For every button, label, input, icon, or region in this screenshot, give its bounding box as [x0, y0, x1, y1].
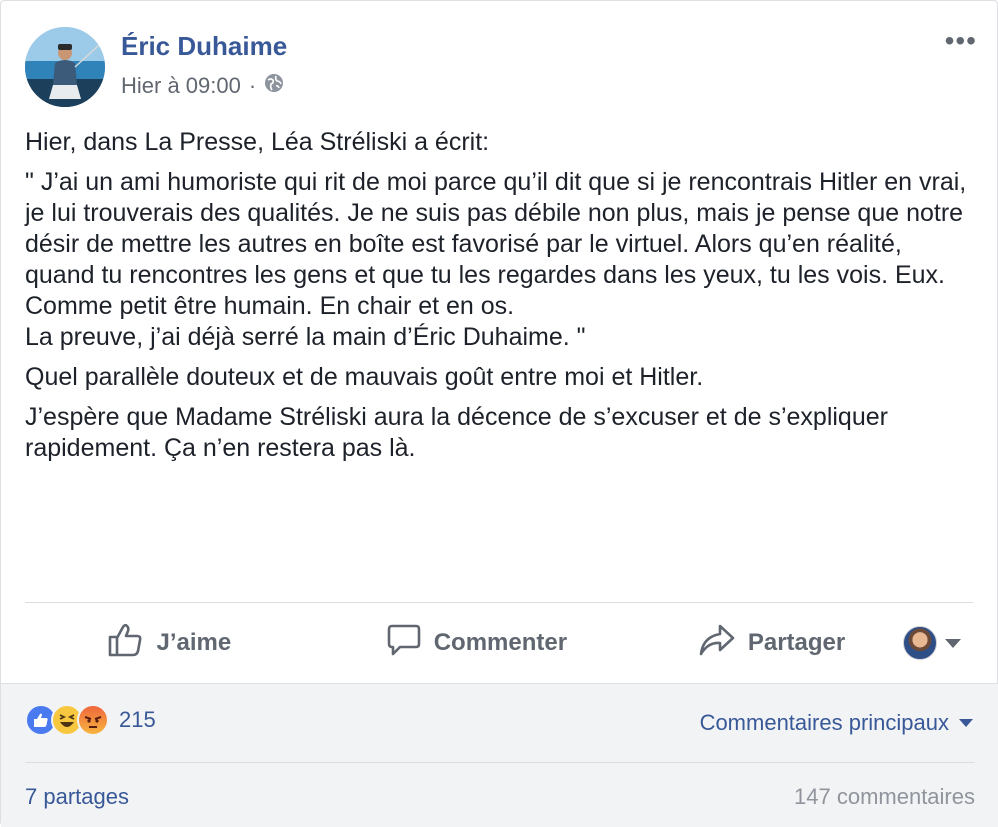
comment-sort-label: Commentaires principaux: [699, 710, 949, 735]
comment-label: Commenter: [433, 629, 568, 656]
more-options-icon[interactable]: •••: [945, 27, 977, 55]
author-avatar[interactable]: [25, 27, 105, 107]
like-label: J’aime: [156, 629, 232, 656]
footer-divider: [25, 762, 975, 763]
meta-separator: ·: [248, 73, 257, 98]
shares-count[interactable]: 7 partages: [25, 784, 129, 810]
facebook-post: Éric Duhaime Hier à 09:00 · ••• Hier, da…: [0, 0, 998, 827]
thumbs-up-icon: [106, 621, 144, 666]
angry-reaction-icon: [77, 704, 109, 736]
post-as-selector[interactable]: [903, 626, 961, 660]
post-paragraph: J’espère que Madame Stréliski aura la dé…: [25, 403, 888, 462]
like-button[interactable]: J’aime: [25, 605, 313, 681]
reaction-count[interactable]: 215: [119, 707, 156, 733]
action-bar: J’aime Commenter Partager: [25, 605, 975, 681]
post-meta: Hier à 09:00 ·: [121, 73, 284, 99]
author-name[interactable]: Éric Duhaime: [121, 31, 287, 62]
share-arrow-icon: [698, 622, 736, 665]
post-paragraph: Quel parallèle douteux et de mauvais goû…: [25, 363, 704, 391]
post-footer: 215 Commentaires principaux 7 partages 1…: [1, 683, 998, 827]
share-button[interactable]: Partager: [640, 605, 903, 681]
post-paragraph: Hier, dans La Presse, Léa Stréliski a éc…: [25, 128, 490, 156]
comment-bubble-icon: [386, 622, 422, 665]
chevron-down-icon: [959, 719, 973, 727]
comments-count[interactable]: 147 commentaires: [794, 784, 975, 810]
chevron-down-icon: [945, 638, 961, 648]
post-quote: " J’ai un ami humoriste qui rit de moi p…: [25, 168, 967, 351]
comment-button[interactable]: Commenter: [313, 605, 640, 681]
reactions-summary[interactable]: 215: [25, 704, 156, 736]
comment-sort-dropdown[interactable]: Commentaires principaux: [700, 710, 973, 736]
share-label: Partager: [747, 629, 846, 656]
actions-divider: [25, 602, 973, 603]
post-timestamp[interactable]: Hier à 09:00: [121, 73, 241, 99]
viewer-avatar: [903, 626, 937, 660]
globe-icon[interactable]: [264, 73, 284, 99]
post-body: Hier, dans La Presse, Léa Stréliski a éc…: [25, 127, 977, 473]
author-photo: [25, 27, 105, 107]
